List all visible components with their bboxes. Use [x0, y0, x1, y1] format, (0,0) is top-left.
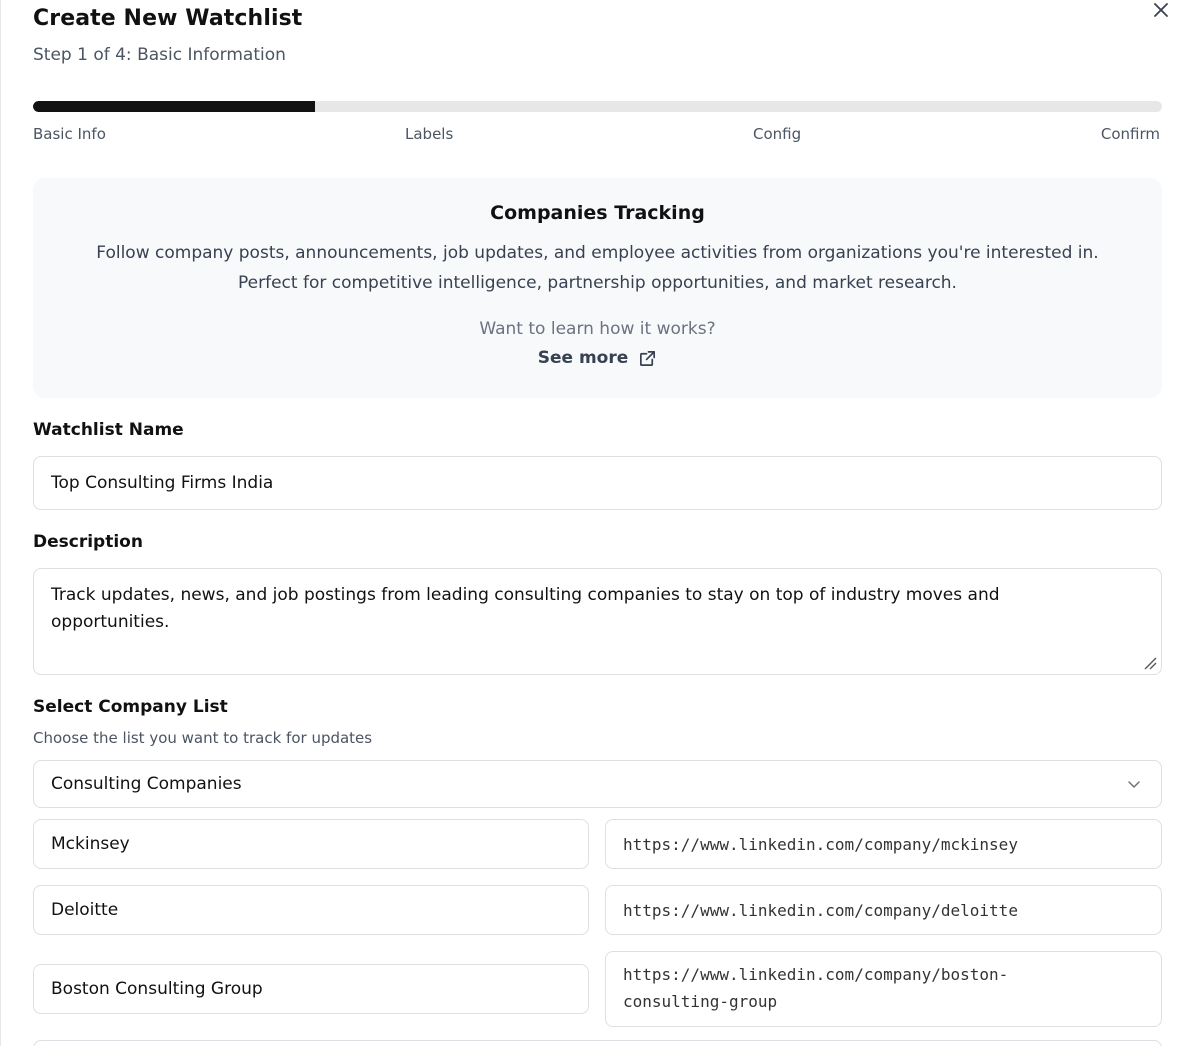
- watchlist-name-label: Watchlist Name: [33, 420, 184, 440]
- company-name-field[interactable]: Mckinsey: [33, 819, 589, 869]
- description-textarea[interactable]: Track updates, news, and job postings fr…: [33, 568, 1162, 675]
- company-list-select[interactable]: Consulting Companies: [33, 760, 1162, 808]
- progress-bar: [33, 101, 1162, 112]
- see-more-label: See more: [537, 348, 629, 368]
- step-config: Config: [753, 125, 802, 143]
- info-desc-line-2: Perfect for competitive intelligence, pa…: [238, 273, 957, 293]
- info-question: Want to learn how it works?: [479, 319, 716, 339]
- step-confirm: Confirm: [1100, 125, 1160, 143]
- progress-fill: [33, 101, 316, 112]
- info-title: Companies Tracking: [490, 202, 705, 224]
- company-url-line-2: consulting-group: [623, 992, 778, 1011]
- company-url-field[interactable]: https://www.linkedin.com/company/mckinse…: [605, 819, 1162, 869]
- step-subtitle: Step 1 of 4: Basic Information: [33, 45, 286, 65]
- description-text: Track updates, news, and job postings fr…: [51, 585, 1000, 632]
- watchlist-name-input[interactable]: Top Consulting Firms India: [33, 456, 1162, 510]
- info-description: Follow company posts, announcements, job…: [33, 238, 1162, 298]
- create-watchlist-modal: Create New Watchlist Step 1 of 4: Basic …: [0, 0, 1190, 1046]
- company-name-field[interactable]: Boston Consulting Group: [33, 964, 589, 1014]
- info-box: Companies Tracking Follow company posts,…: [33, 178, 1162, 398]
- company-url-field[interactable]: https://www.linkedin.com/company/boston-…: [605, 951, 1162, 1027]
- modal-title: Create New Watchlist: [33, 6, 303, 31]
- description-label: Description: [33, 532, 143, 552]
- company-name-field[interactable]: Deloitte: [33, 885, 589, 935]
- step-labels: Labels: [405, 125, 454, 143]
- chevron-down-icon: [1128, 781, 1140, 788]
- close-icon[interactable]: [1151, 0, 1171, 20]
- company-url-line-1: https://www.linkedin.com/company/boston-: [623, 965, 1009, 984]
- company-list-label: Select Company List: [33, 697, 228, 717]
- company-url-field[interactable]: https://www.linkedin.com/company/deloitt…: [605, 885, 1162, 935]
- step-basic-info: Basic Info: [33, 125, 106, 143]
- next-row-edge: [33, 1040, 1162, 1046]
- see-more-link[interactable]: See more: [33, 348, 1162, 368]
- external-link-icon: [640, 350, 656, 366]
- info-desc-line-1: Follow company posts, announcements, job…: [96, 243, 1099, 263]
- resize-handle-icon[interactable]: [1143, 656, 1157, 670]
- company-list-value: Consulting Companies: [51, 774, 242, 794]
- company-list-hint: Choose the list you want to track for up…: [33, 729, 373, 747]
